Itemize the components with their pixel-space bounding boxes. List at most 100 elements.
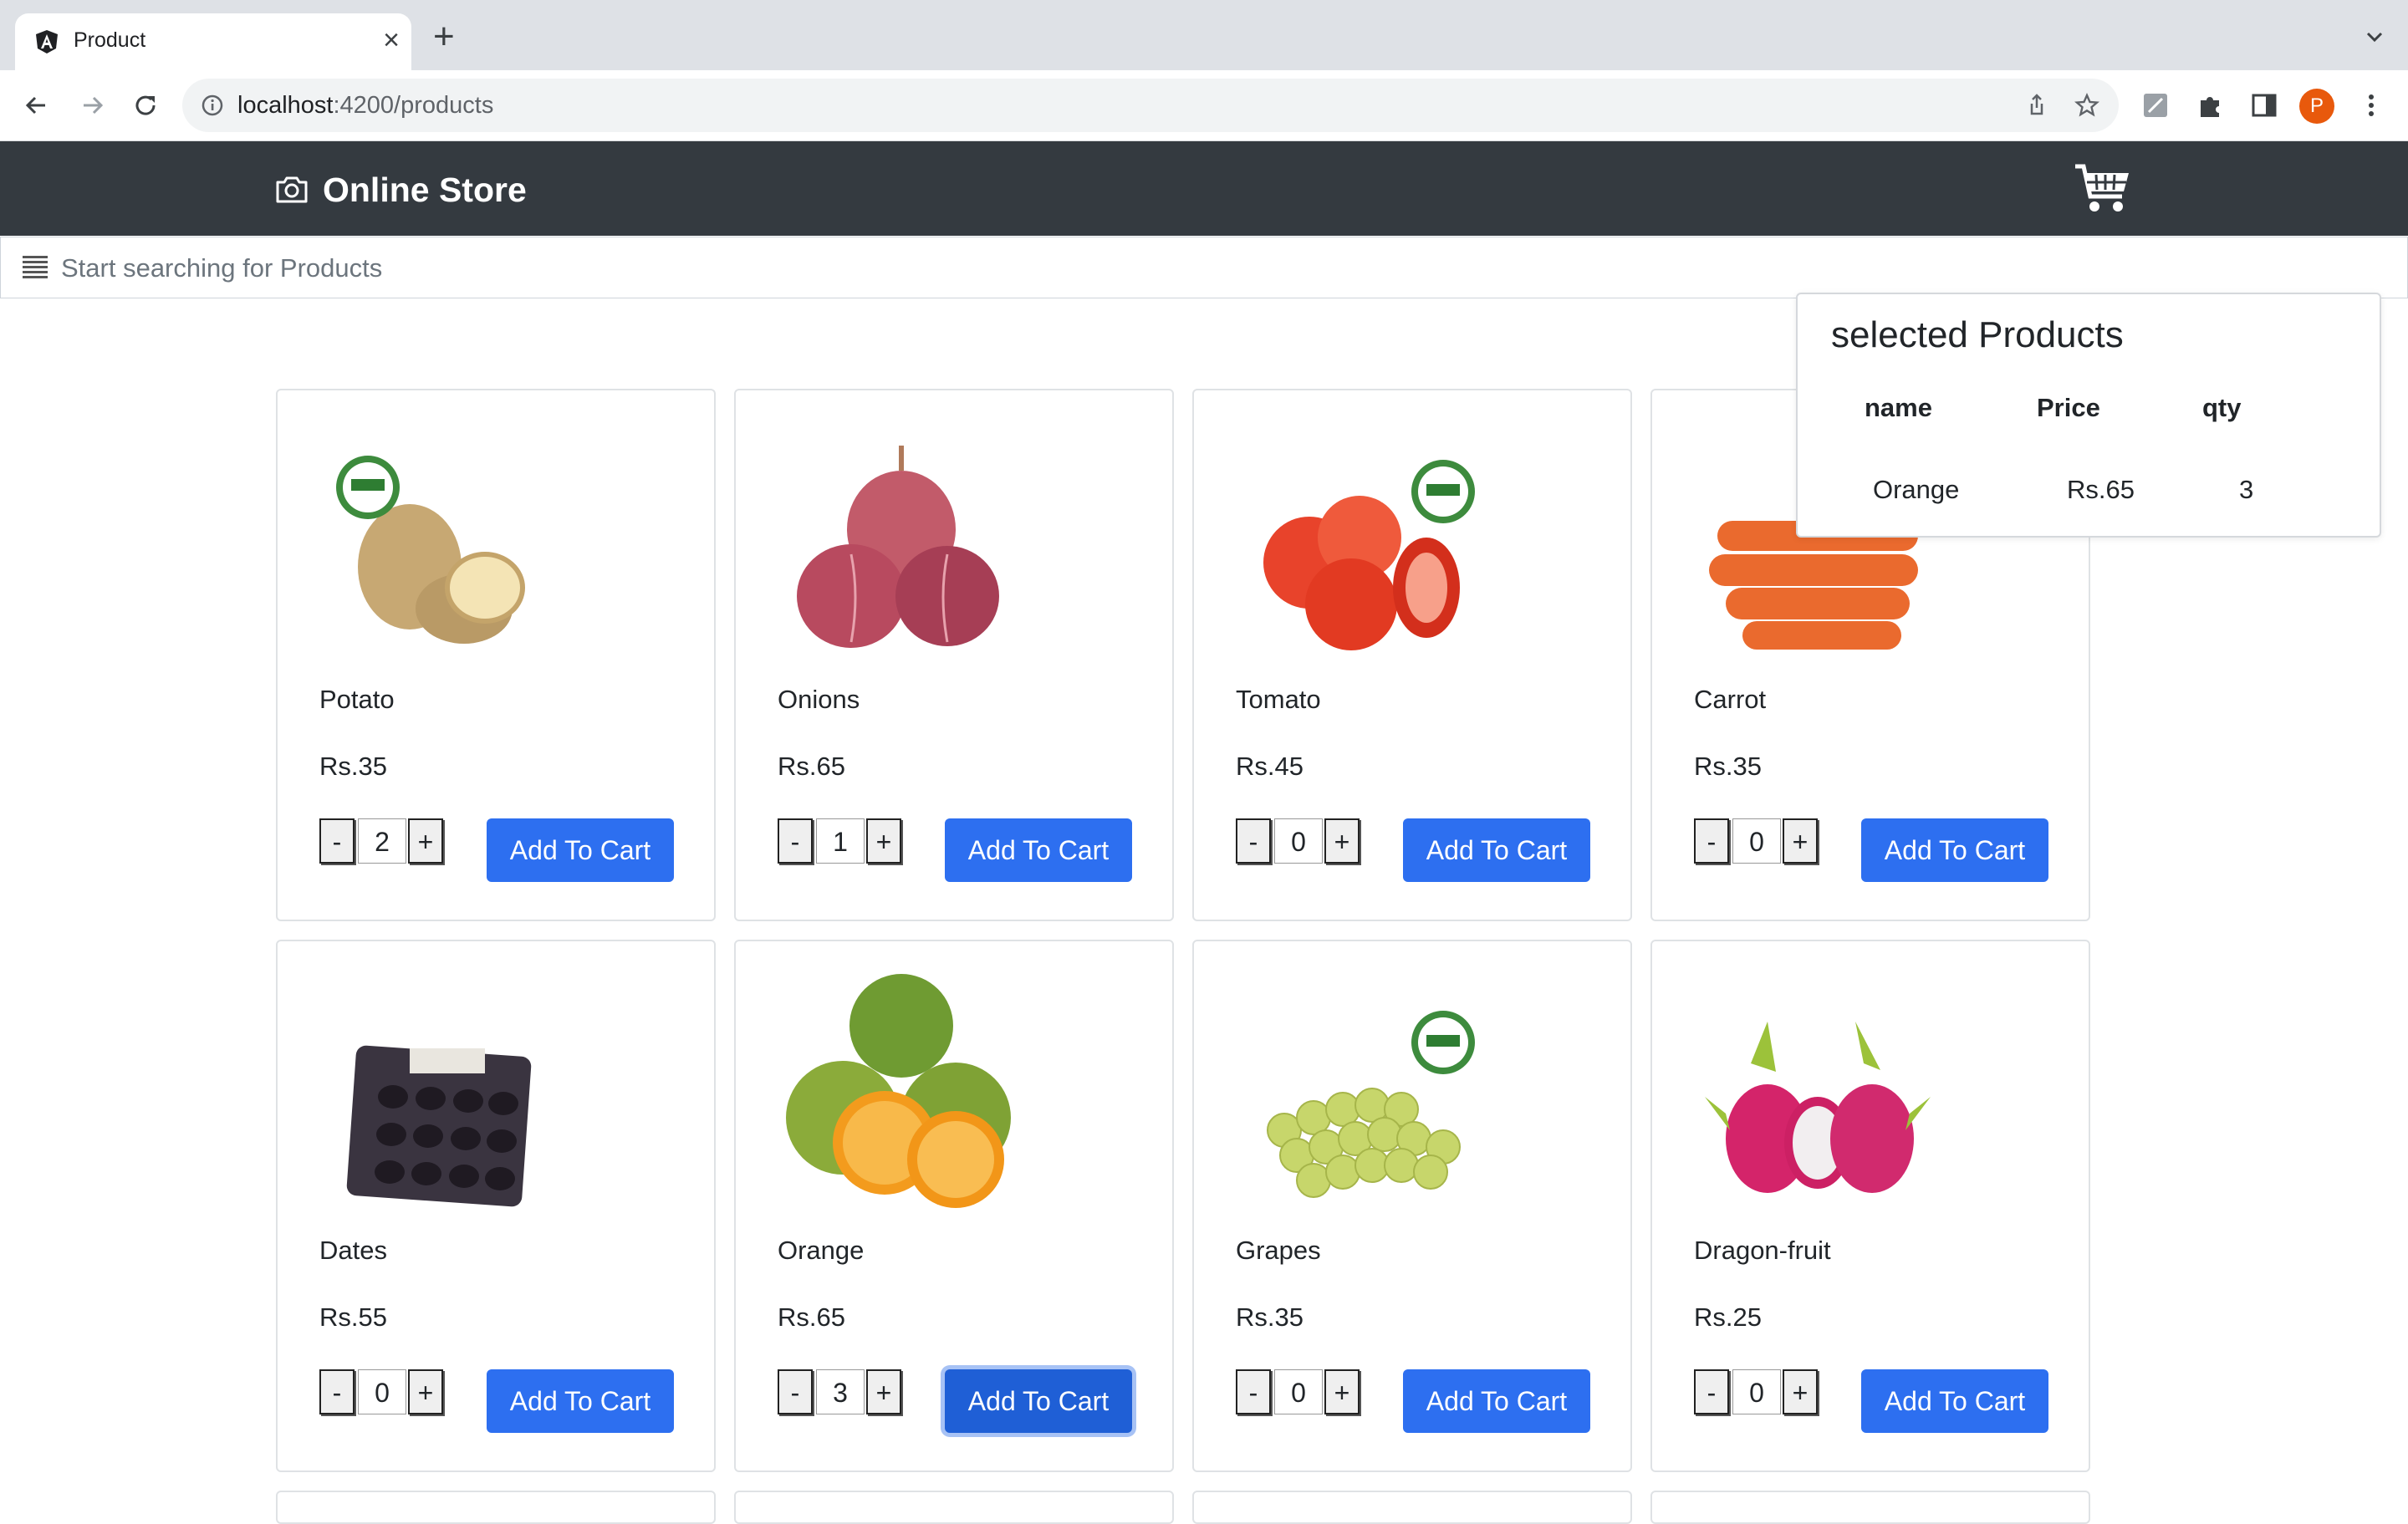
url-text: localhost:4200/products: [237, 92, 493, 120]
product-price: Rs.35: [1236, 1302, 1303, 1332]
dates-image: [346, 1045, 532, 1207]
product-card-grapes: Grapes Rs.35 - 0 + Add To Cart: [1192, 940, 1632, 1472]
share-icon[interactable]: [2023, 92, 2050, 119]
orange-image: [786, 974, 1011, 1208]
product-price: Rs.65: [778, 1302, 845, 1332]
add-to-cart-button[interactable]: Add To Cart: [1403, 818, 1590, 882]
increment-button[interactable]: +: [1783, 818, 1818, 864]
add-to-cart-button[interactable]: Add To Cart: [1403, 1369, 1590, 1433]
product-card-onions: Onions Rs.65 - 1 + Add To Cart: [734, 389, 1174, 921]
puzzle-icon[interactable]: [2196, 90, 2226, 120]
shopping-cart-icon[interactable]: [2074, 161, 2132, 215]
increment-button[interactable]: +: [866, 818, 901, 864]
bookmark-star-icon[interactable]: [2074, 92, 2100, 119]
add-to-cart-button[interactable]: Add To Cart: [1861, 818, 2048, 882]
url-path: :4200/products: [333, 92, 494, 119]
product-card-tomato: Tomato Rs.45 - 0 + Add To Cart: [1192, 389, 1632, 921]
quantity-value[interactable]: 0: [1732, 818, 1781, 864]
product-name: Onions: [778, 685, 860, 714]
product-name: Dragon-fruit: [1694, 1236, 1831, 1265]
selected-item-name: Orange: [1873, 475, 1960, 504]
decrement-button[interactable]: -: [1694, 818, 1729, 864]
extension-icon[interactable]: [2140, 90, 2171, 120]
chevron-down-icon[interactable]: [2363, 25, 2386, 48]
product-name: Carrot: [1694, 685, 1767, 714]
list-icon: [23, 256, 48, 278]
decrement-button[interactable]: -: [1236, 818, 1271, 864]
product-card-dates: Dates Rs.55 - 0 + Add To Cart: [276, 940, 716, 1472]
side-panel-icon[interactable]: [2249, 90, 2279, 120]
potato-image: [336, 456, 525, 644]
profile-avatar[interactable]: P: [2299, 89, 2334, 124]
browser-toolbar: localhost:4200/products P: [0, 70, 2408, 141]
tab-close-icon[interactable]: ×: [383, 23, 400, 57]
add-to-cart-button[interactable]: Add To Cart: [487, 1369, 674, 1433]
selected-item-qty: 3: [2239, 475, 2254, 504]
product-name: Grapes: [1236, 1236, 1321, 1265]
product-price: Rs.45: [1236, 752, 1303, 781]
url-host: localhost: [237, 92, 334, 119]
onions-image: [797, 446, 999, 648]
product-price: Rs.55: [319, 1302, 387, 1332]
selected-item-price: Rs.65: [2067, 475, 2135, 504]
new-tab-icon[interactable]: +: [433, 18, 455, 55]
app-navbar: Online Store: [0, 141, 2408, 236]
decrement-button[interactable]: -: [1694, 1369, 1729, 1414]
increment-button[interactable]: +: [408, 1369, 443, 1414]
address-bar[interactable]: localhost:4200/products: [182, 79, 2119, 132]
add-to-cart-button[interactable]: Add To Cart: [945, 818, 1132, 882]
product-price: Rs.35: [319, 752, 387, 781]
search-bar: [0, 237, 2408, 298]
column-header-name: name: [1865, 393, 1932, 422]
quantity-value[interactable]: 1: [816, 818, 865, 864]
quantity-value[interactable]: 0: [1274, 818, 1323, 864]
increment-button[interactable]: +: [1783, 1369, 1818, 1414]
product-name: Potato: [319, 685, 395, 714]
quantity-value[interactable]: 0: [1274, 1369, 1323, 1414]
increment-button[interactable]: +: [408, 818, 443, 864]
product-card-potato: Potato Rs.35 - 2 + Add To Cart: [276, 389, 716, 921]
angular-favicon-icon: [36, 30, 58, 54]
forward-icon[interactable]: [75, 89, 109, 122]
reload-icon[interactable]: [129, 89, 162, 122]
increment-button[interactable]: +: [1324, 818, 1360, 864]
product-card-dragon-fruit: Dragon-fruit Rs.25 - 0 + Add To Cart: [1650, 940, 2090, 1472]
add-to-cart-button[interactable]: Add To Cart: [1861, 1369, 2048, 1433]
camera-icon: [276, 176, 308, 203]
decrement-button[interactable]: -: [319, 1369, 355, 1414]
product-card-partial: [734, 1491, 1174, 1524]
product-name: Dates: [319, 1236, 387, 1265]
column-header-qty: qty: [2202, 393, 2242, 422]
decrement-button[interactable]: -: [1236, 1369, 1271, 1414]
brand-title: Online Store: [323, 171, 527, 209]
grapes-image: [1267, 1011, 1475, 1198]
tomato-image: [1263, 460, 1475, 650]
decrement-button[interactable]: -: [778, 1369, 813, 1414]
product-price: Rs.35: [1694, 752, 1762, 781]
product-card-partial: [1650, 1491, 2090, 1524]
product-price: Rs.65: [778, 752, 845, 781]
tab-title: Product: [74, 28, 146, 52]
quantity-value[interactable]: 2: [358, 818, 406, 864]
increment-button[interactable]: +: [866, 1369, 901, 1414]
product-price: Rs.25: [1694, 1302, 1762, 1332]
browser-tab-bar: Product × +: [0, 0, 2408, 70]
increment-button[interactable]: +: [1324, 1369, 1360, 1414]
quantity-value[interactable]: 0: [358, 1369, 406, 1414]
search-input[interactable]: [59, 246, 1735, 291]
quantity-value[interactable]: 0: [1732, 1369, 1781, 1414]
product-card-partial: [276, 1491, 716, 1524]
decrement-button[interactable]: -: [319, 818, 355, 864]
back-icon[interactable]: [20, 89, 54, 122]
browser-tab[interactable]: Product ×: [15, 13, 411, 70]
dragon-fruit-image: [1705, 1022, 1931, 1193]
add-to-cart-button[interactable]: Add To Cart: [945, 1369, 1132, 1433]
product-name: Orange: [778, 1236, 865, 1265]
add-to-cart-button[interactable]: Add To Cart: [487, 818, 674, 882]
quantity-value[interactable]: 3: [816, 1369, 865, 1414]
site-info-icon[interactable]: [199, 92, 226, 119]
more-menu-icon[interactable]: [2356, 90, 2386, 120]
selected-products-popover: selected Products name Price qty Orange …: [1796, 293, 2381, 538]
decrement-button[interactable]: -: [778, 818, 813, 864]
product-name: Tomato: [1236, 685, 1321, 714]
